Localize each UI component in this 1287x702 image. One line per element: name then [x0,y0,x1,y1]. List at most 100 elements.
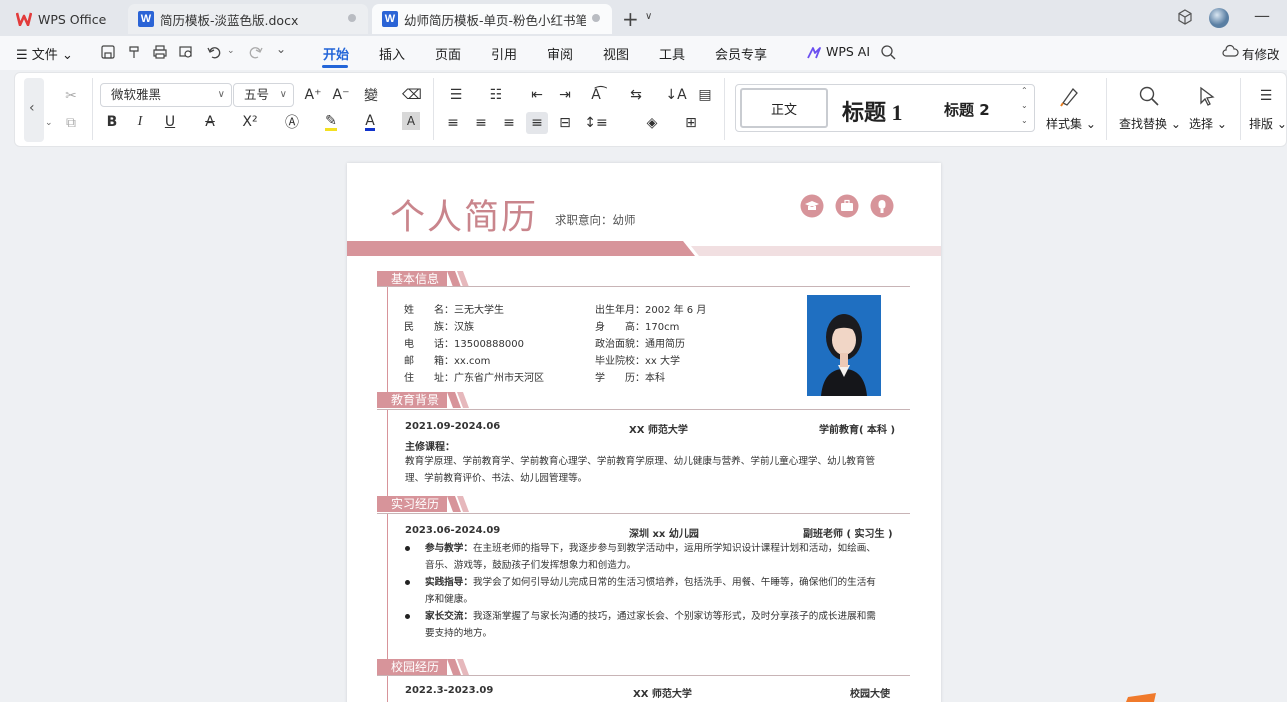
menu-insert[interactable]: 插入 [379,44,405,63]
style-set-icon[interactable] [1058,84,1082,108]
info-value: 汉族 [454,322,474,333]
chinese-layout-icon[interactable]: A͡ [586,85,606,105]
numbered-list-icon[interactable]: ☷ [486,85,506,105]
select-cursor-icon[interactable] [1195,84,1219,108]
info-label: 住 址： [404,373,454,384]
bullet-list-icon[interactable]: ☰ [446,85,466,105]
style-scroll-up-icon[interactable]: ⌃ [1021,86,1028,95]
style-heading-1[interactable]: 标题 1 [842,95,903,127]
find-replace-label[interactable]: 查找替换 ⌄ [1119,115,1181,132]
font-color-icon[interactable]: A [360,112,380,132]
copy-icon[interactable]: ⧉ [61,113,81,133]
tab-document-1[interactable]: W 简历模板-淡蓝色版.docx [128,4,368,34]
undo-icon[interactable] [206,44,222,60]
increase-indent-icon[interactable]: ⇥ [555,85,575,105]
info-label: 姓 名： [404,305,454,316]
decrease-indent-icon[interactable]: ⇤ [527,85,547,105]
section-education: 教育背景 [377,392,447,408]
format-painter-icon[interactable] [126,44,142,60]
tab-label: WPS Office [38,11,107,27]
undo-chevron-icon[interactable]: ⌄ [227,46,235,56]
timeline-line [387,514,388,659]
superscript-icon[interactable]: X² [240,112,260,132]
user-avatar-icon[interactable] [1208,7,1230,33]
border-icon[interactable]: ⊞ [681,113,701,133]
menu-review[interactable]: 审阅 [547,44,573,63]
font-name-select[interactable]: 微软雅黑 ∨ [100,83,232,107]
quick-access-chevron-icon[interactable]: ⌄ [276,42,286,56]
menu-file[interactable]: ☰ 文件 ⌄ [16,44,73,63]
wps-ai-icon[interactable] [806,45,822,61]
shading-icon[interactable]: ◈ [642,113,662,133]
cube-icon[interactable] [1177,9,1193,29]
tab-list-chevron-icon[interactable]: ∨ [645,11,652,22]
tab-document-2[interactable]: W 幼师简历模板-单页-粉色小红书笔记 [372,4,612,34]
minimize-icon[interactable]: — [1254,6,1270,25]
profile-photo[interactable] [807,295,881,396]
document-page[interactable]: 个人简历 求职意向：幼师 基本信息 姓 名：三无大学生 民 族：汉族 电 话：1… [347,163,941,702]
align-right-icon[interactable]: ≡ [499,113,519,133]
line-spacing-icon[interactable]: ↕≡ [584,113,607,133]
menu-member[interactable]: 会员专享 [715,44,767,63]
align-center-icon[interactable]: ≡ [471,113,491,133]
strikethrough-icon[interactable]: A [200,112,220,132]
menu-bar: ☰ 文件 ⌄ ⌄ ⌄ 开始 插入 页面 引用 审阅 视图 工具 会员专享 WPS… [0,36,1287,98]
text-effect-icon[interactable]: Ⓐ [282,112,302,132]
decorative-stripe [1126,693,1156,702]
decrease-font-icon[interactable]: A⁻ [331,85,351,105]
info-row: 电 话：13500888000 [404,335,524,350]
justify-icon[interactable]: ≡ [526,112,548,134]
show-marks-icon[interactable]: ▤ [695,85,715,105]
redo-icon[interactable] [248,44,264,60]
cut-icon[interactable]: ✂ [61,86,81,106]
select-label[interactable]: 选择 ⌄ [1189,115,1227,132]
style-heading-2[interactable]: 标题 2 [944,99,990,120]
unsaved-dot-icon[interactable] [348,14,356,22]
chevron-left-icon: ‹ [29,100,35,116]
char-shading-icon[interactable]: A [402,112,420,130]
highlight-icon[interactable]: ✎ [321,112,341,132]
distributed-icon[interactable]: ⊟ [555,113,575,133]
clear-format-icon[interactable]: ⌫ [402,85,422,105]
layout-label[interactable]: 排版 ⌄ [1249,115,1287,132]
ribbon-scroll-left[interactable]: ‹ [24,78,44,142]
align-left-icon[interactable]: ≡ [443,113,463,133]
menu-home[interactable]: 开始 [323,44,349,63]
tab-wps-office[interactable]: WPS Office [6,4,124,34]
new-tab-icon[interactable]: + [622,7,639,31]
menu-wps-ai[interactable]: WPS AI [826,44,870,59]
sort-icon[interactable]: ↓A [665,85,686,105]
search-icon[interactable] [880,44,896,60]
italic-icon[interactable]: I [130,112,150,132]
print-icon[interactable] [152,44,168,60]
intern-bullet-line: 音乐、游戏等，鼓励孩子们发挥想象力和创造力。 [425,560,637,571]
style-scroll-down-icon[interactable]: ⌄ [1021,101,1028,110]
increase-font-icon[interactable]: A⁺ [303,85,323,105]
font-size-select[interactable]: 五号 ∨ [233,83,294,107]
ribbon-divider [433,78,434,140]
text-direction-icon[interactable]: ⇆ [626,85,646,105]
menu-view[interactable]: 视图 [603,44,629,63]
info-row: 学 历：本科 [595,369,665,384]
cloud-sync-icon[interactable] [1222,44,1239,60]
menu-tools[interactable]: 工具 [659,44,685,63]
modified-status[interactable]: 有修改 [1242,44,1280,63]
edu-date: 2021.09-2024.06 [405,421,501,432]
paste-chevron-icon[interactable]: ⌄ [45,118,53,128]
campus-role: 校园大使 [850,689,890,700]
layout-icon[interactable]: ☰ [1256,86,1276,106]
menu-references[interactable]: 引用 [491,44,517,63]
style-expand-icon[interactable]: ⌄ [1021,116,1028,125]
bold-icon[interactable]: B [102,112,122,132]
save-icon[interactable] [100,44,116,60]
find-replace-icon[interactable] [1137,84,1161,108]
style-set-label[interactable]: 样式集 ⌄ [1046,115,1096,132]
underline-icon[interactable]: U [160,112,180,132]
award-medal-icon [870,194,894,221]
menu-page[interactable]: 页面 [435,44,461,63]
unsaved-dot-icon[interactable] [592,14,600,22]
style-normal[interactable]: 正文 [740,88,828,128]
intern-bullet-line: 家长交流：我逐渐掌握了与家长沟通的技巧，通过家长会、个别家访等形式，及时分享孩子… [425,608,876,625]
phonetic-guide-icon[interactable]: 變 [361,85,381,105]
print-preview-icon[interactable] [178,44,194,60]
